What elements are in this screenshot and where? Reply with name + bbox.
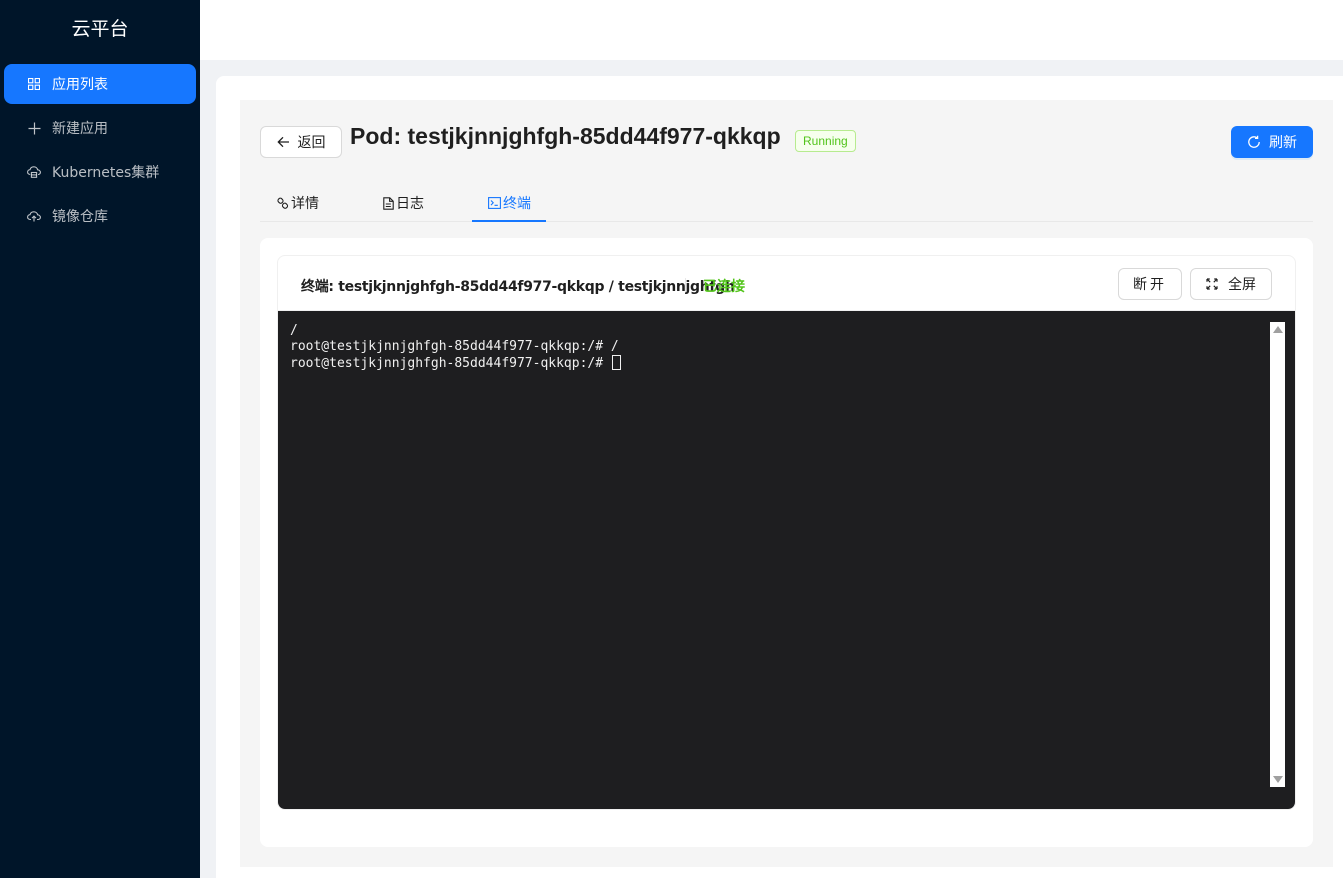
refresh-button[interactable]: 刷新: [1231, 126, 1313, 158]
cloud-server-icon: [27, 165, 41, 179]
fullscreen-button-label: 全屏: [1228, 277, 1256, 293]
tab-terminal[interactable]: 终端: [488, 184, 531, 222]
sidebar-item-label: 新建应用: [52, 121, 108, 137]
tab-logs[interactable]: 日志: [383, 184, 424, 222]
sidebar-item-app-list[interactable]: 应用列表: [4, 64, 196, 104]
logo: 云平台: [71, 18, 129, 40]
fullscreen-icon: [1206, 278, 1218, 290]
terminal-title: 终端: testjkjnnjghfgh-85dd44f977-qkkqp / t…: [301, 279, 735, 295]
tab-details[interactable]: 详情: [277, 184, 319, 222]
active-tab-indicator: [472, 220, 546, 222]
sidebar: 云平台 应用列表 新建应用 Kubernetes集群 镜像仓库: [0, 0, 200, 878]
sidebar-item-kubernetes[interactable]: Kubernetes集群: [4, 152, 196, 192]
terminal-scrollbar[interactable]: [1270, 322, 1285, 787]
terminal-line: root@testjkjnnjghfgh-85dd44f977-qkkqp:/#…: [290, 339, 619, 354]
sidebar-item-new-app[interactable]: 新建应用: [4, 108, 196, 148]
connection-status: 已连接: [703, 279, 745, 295]
page-title: Pod: testjkjnnjghfgh-85dd44f977-qkkqp: [350, 123, 781, 149]
back-button-label: 返回: [297, 135, 326, 151]
top-header: [200, 0, 1343, 60]
divider: [685, 278, 686, 292]
appstore-icon: [27, 77, 41, 91]
back-button[interactable]: 返回: [260, 126, 342, 158]
terminal-card: 终端: testjkjnnjghfgh-85dd44f977-qkkqp / t…: [277, 255, 1296, 810]
sidebar-menu: 应用列表 新建应用 Kubernetes集群 镜像仓库: [0, 56, 200, 236]
plus-icon: [27, 121, 41, 135]
sidebar-item-image-registry[interactable]: 镜像仓库: [4, 196, 196, 236]
disconnect-button[interactable]: 断开: [1118, 268, 1182, 300]
link-icon: [277, 197, 289, 210]
terminal-screen[interactable]: / root@testjkjnnjghfgh-85dd44f977-qkkqp:…: [278, 311, 1295, 809]
terminal-line: root@testjkjnnjghfgh-85dd44f977-qkkqp:/#: [290, 356, 611, 371]
cloud-upload-icon: [27, 209, 41, 223]
terminal-line: /: [290, 323, 298, 338]
code-icon: [488, 197, 501, 209]
tab-label: 日志: [396, 196, 424, 212]
status-badge: Running: [795, 130, 856, 152]
file-text-icon: [383, 196, 394, 210]
tab-label: 终端: [503, 196, 531, 212]
terminal-header: 终端: testjkjnnjghfgh-85dd44f977-qkkqp / t…: [278, 256, 1295, 311]
terminal-prompt-line: root@testjkjnnjghfgh-85dd44f977-qkkqp:/#: [290, 355, 621, 372]
reload-icon: [1247, 135, 1261, 149]
disconnect-button-label: 断开: [1133, 277, 1167, 293]
fullscreen-button[interactable]: 全屏: [1190, 268, 1272, 300]
detail-tabs: 详情 日志 终端: [260, 184, 1313, 222]
scroll-up-arrow-icon[interactable]: [1273, 326, 1283, 333]
sidebar-item-label: 镜像仓库: [52, 209, 108, 225]
sidebar-item-label: 应用列表: [52, 77, 108, 93]
arrow-left-icon: [276, 136, 290, 148]
terminal-cursor: [611, 355, 621, 370]
scroll-down-arrow-icon[interactable]: [1273, 776, 1283, 783]
tab-label: 详情: [291, 196, 319, 212]
sidebar-item-label: Kubernetes集群: [52, 165, 160, 181]
refresh-button-label: 刷新: [1269, 135, 1297, 151]
